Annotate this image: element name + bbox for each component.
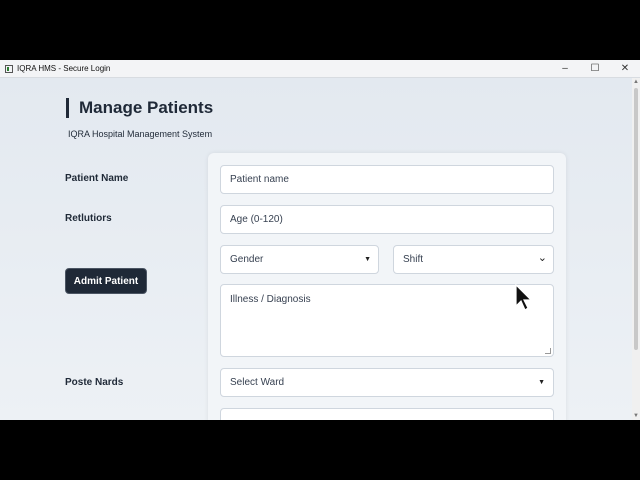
shift-value: Shift [403,254,424,265]
age-input[interactable]: Age (0-120) [220,205,554,234]
page-subtitle: IQRA Hospital Management System [68,129,213,139]
page-title: Manage Patients [66,98,213,118]
patient-name-placeholder: Patient name [230,174,289,185]
chevron-down-icon: ⌄ [537,252,547,264]
illness-textarea[interactable]: Illness / Diagnosis [220,284,554,357]
gender-value: Gender [230,254,264,265]
scroll-thumb[interactable] [634,88,638,350]
main-content: Manage Patients IQRA Hospital Management… [0,78,632,420]
admit-patient-button[interactable]: Admit Patient [65,268,147,294]
close-button[interactable]: ✕ [610,60,640,77]
title-bar: IQRA HMS - Secure Login – ☐ ✕ [0,60,640,78]
ward-select[interactable]: Select Ward ▼ [220,368,554,397]
resize-handle-icon[interactable] [545,348,551,354]
caret-down-icon: ▼ [364,256,371,263]
mouse-cursor-icon [515,284,532,311]
patient-name-input[interactable]: Patient name [220,165,554,194]
poste-nards-label: Poste Nards [65,377,124,388]
next-field-partial[interactable] [220,408,554,420]
shift-select[interactable]: Shift ⌄ [393,245,554,274]
minimize-button[interactable]: – [550,60,580,77]
app-window: IQRA HMS - Secure Login – ☐ ✕ Manage Pat… [0,60,640,420]
scroll-up-icon[interactable]: ▲ [633,79,639,85]
gender-select[interactable]: Gender ▼ [220,245,379,274]
scroll-down-icon[interactable]: ▼ [633,413,639,419]
retlutiors-label: Retlutiors [65,213,112,224]
age-placeholder: Age (0-120) [230,214,283,225]
patient-name-label: Patient Name [65,173,129,184]
caret-down-icon: ▼ [538,379,545,386]
window-title: IQRA HMS - Secure Login [17,64,111,73]
ward-value: Select Ward [230,377,285,388]
maximize-button[interactable]: ☐ [580,60,610,77]
app-icon [5,64,13,73]
vertical-scrollbar[interactable]: ▲ ▼ [632,78,640,420]
illness-placeholder: Illness / Diagnosis [230,294,311,305]
